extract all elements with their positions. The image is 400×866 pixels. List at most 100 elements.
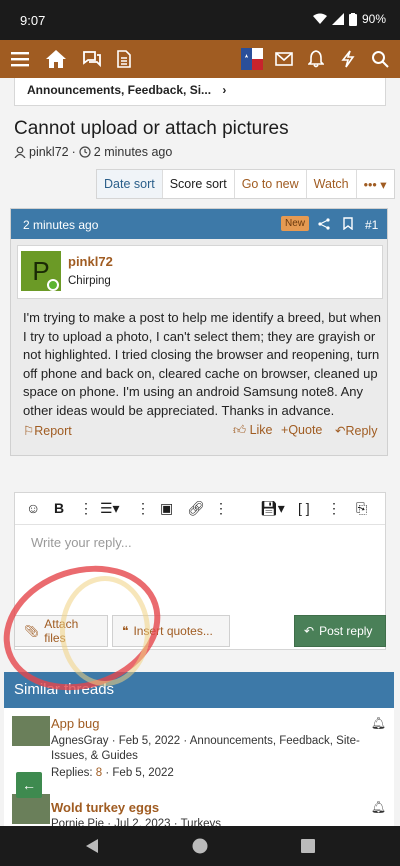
status-bar: 9:07 90% xyxy=(0,0,400,40)
thread-date: Jul 2, 2023 xyxy=(114,818,171,826)
thread-time: 2 minutes ago xyxy=(93,145,173,159)
post-reply-label: Post reply xyxy=(319,624,373,638)
preview-icon[interactable]: ⎘ xyxy=(356,500,367,517)
thread-forum[interactable]: Turkeys xyxy=(181,818,221,826)
post: 2 minutes ago New #1 P pinkl72 Chirping … xyxy=(10,208,388,456)
reply-arrow-icon: ↶ xyxy=(335,424,346,438)
back-triangle-icon[interactable] xyxy=(86,839,98,853)
more-vertical-icon[interactable]: ⋮ xyxy=(136,500,150,517)
more-vertical-icon[interactable]: ⋮ xyxy=(214,500,228,517)
top-navigation xyxy=(0,40,400,78)
date-sort-button[interactable]: Date sort xyxy=(97,170,163,198)
home-circle-icon[interactable] xyxy=(192,838,208,854)
reply-arrow-icon: ↶ xyxy=(304,624,315,638)
wifi-icon xyxy=(312,13,327,24)
thread-date: Feb 5, 2022 xyxy=(118,735,181,747)
report-link[interactable]: ⚐Report xyxy=(23,423,72,438)
battery-icon xyxy=(348,12,357,26)
reply-label: Reply xyxy=(345,424,378,438)
separator: · xyxy=(71,145,76,159)
post-user-title: Chirping xyxy=(68,275,111,287)
reply-button[interactable]: ↶Reply xyxy=(335,423,377,438)
thread-title-link[interactable]: Wold turkey eggs xyxy=(51,800,159,815)
flag-icon: ⚐ xyxy=(23,424,35,438)
breadcrumb-label: Announcements, Feedback, Si... xyxy=(27,83,212,97)
search-icon[interactable] xyxy=(368,47,392,71)
new-badge: New xyxy=(281,216,310,231)
chat-icon[interactable] xyxy=(80,47,104,71)
annotation-highlight xyxy=(60,576,150,686)
image-icon[interactable]: ▣ xyxy=(160,500,173,517)
home-icon[interactable] xyxy=(44,47,68,71)
thread-thumbnail[interactable] xyxy=(12,794,50,824)
more-vertical-icon[interactable]: ⋮ xyxy=(79,500,93,517)
chevron-right-icon: › xyxy=(222,83,227,97)
post-header: 2 minutes ago New #1 xyxy=(11,209,387,239)
status-time: 9:07 xyxy=(20,13,46,28)
thread-thumbnail[interactable] xyxy=(12,716,50,746)
document-icon[interactable] xyxy=(112,47,136,71)
replies-label: Replies: xyxy=(51,767,93,779)
flag-avatar-icon[interactable] xyxy=(240,47,264,71)
post-reply-button[interactable]: ↶ Post reply xyxy=(294,615,386,647)
caret-down-icon: ▾ xyxy=(380,178,387,192)
bell-icon[interactable]: 🔔︎ xyxy=(371,716,386,730)
thread-author[interactable]: AgnesGray xyxy=(51,735,109,747)
menu-icon[interactable] xyxy=(8,47,32,71)
status-icons: 90% xyxy=(312,12,386,26)
bell-icon[interactable] xyxy=(304,47,328,71)
quote-label: Quote xyxy=(288,423,323,437)
arrow-left-icon: ← xyxy=(22,777,36,793)
clock-icon xyxy=(79,146,91,158)
thread-meta: pinkl72 · 2 minutes ago xyxy=(14,145,172,159)
thread-stats: Replies: 8 · Feb 5, 2022 xyxy=(51,767,174,779)
bbcode-icon[interactable]: [ ] xyxy=(298,500,310,516)
list-icon[interactable]: ☰▾ xyxy=(100,500,120,517)
post-username[interactable]: pinkl72 xyxy=(68,254,113,269)
save-draft-icon[interactable]: 💾︎▾ xyxy=(260,500,285,517)
system-navigation-bar xyxy=(0,826,400,866)
thread-meta: AgnesGray · Feb 5, 2022 · Announcements,… xyxy=(51,735,360,762)
bold-icon[interactable]: B xyxy=(54,500,64,516)
watch-button[interactable]: Watch xyxy=(307,170,357,198)
online-indicator xyxy=(47,279,59,291)
thread-title-link[interactable]: App bug xyxy=(51,716,99,731)
similar-threads-list: App bug 🔔︎ AgnesGray · Feb 5, 2022 · Ann… xyxy=(4,708,394,826)
like-button[interactable]: 👍︎ Like xyxy=(233,423,273,438)
last-reply-date: Feb 5, 2022 xyxy=(112,767,174,779)
back-button[interactable]: ← xyxy=(16,772,42,798)
mail-icon[interactable] xyxy=(272,47,296,71)
quote-button[interactable]: +Quote xyxy=(281,423,322,437)
breadcrumb[interactable]: Announcements, Feedback, Si... › xyxy=(14,78,386,106)
post-body: I'm trying to make a post to help me ide… xyxy=(23,310,382,418)
more-vertical-icon[interactable]: ⋮ xyxy=(327,500,341,517)
sort-bar: Date sort Score sort Go to new Watch •••… xyxy=(96,169,395,199)
thread-title: Cannot upload or attach pictures xyxy=(14,118,289,139)
ellipsis-icon: ••• xyxy=(363,178,377,192)
recents-square-icon[interactable] xyxy=(301,839,315,853)
like-label: Like xyxy=(249,423,273,437)
thread-meta: Pornie Pie · Jul 2, 2023 · Turkeys xyxy=(51,817,381,826)
page-content: Announcements, Feedback, Si... › Cannot … xyxy=(0,78,400,826)
score-sort-button[interactable]: Score sort xyxy=(163,170,235,198)
bookmark-icon[interactable] xyxy=(343,217,353,230)
go-to-new-button[interactable]: Go to new xyxy=(235,170,307,198)
report-label: Report xyxy=(34,424,72,438)
replies-count: 8 xyxy=(95,767,103,779)
reply-input[interactable]: Write your reply... xyxy=(31,535,132,550)
link-icon[interactable]: 🔗︎ xyxy=(187,500,205,517)
thread-author[interactable]: Pornie Pie xyxy=(51,818,104,826)
user-block: P pinkl72 Chirping xyxy=(17,245,383,299)
post-time[interactable]: 2 minutes ago xyxy=(23,218,98,232)
share-icon[interactable] xyxy=(318,218,330,230)
smiley-icon[interactable]: ☺ xyxy=(26,500,40,516)
bolt-icon[interactable] xyxy=(336,47,360,71)
user-icon xyxy=(14,146,26,158)
thumbs-up-icon: 👍︎ xyxy=(233,423,247,437)
battery-percent: 90% xyxy=(361,12,386,26)
post-number[interactable]: #1 xyxy=(365,218,378,232)
bell-icon[interactable]: 🔔︎ xyxy=(371,800,386,814)
more-options-button[interactable]: ••• ▾ xyxy=(357,170,394,198)
thread-author[interactable]: pinkl72 xyxy=(29,145,69,159)
editor-toolbar: ☺ B ⋮ ☰▾ ⋮ ▣ 🔗︎ ⋮ 💾︎▾ [ ] ⋮ ⎘ xyxy=(15,493,385,525)
